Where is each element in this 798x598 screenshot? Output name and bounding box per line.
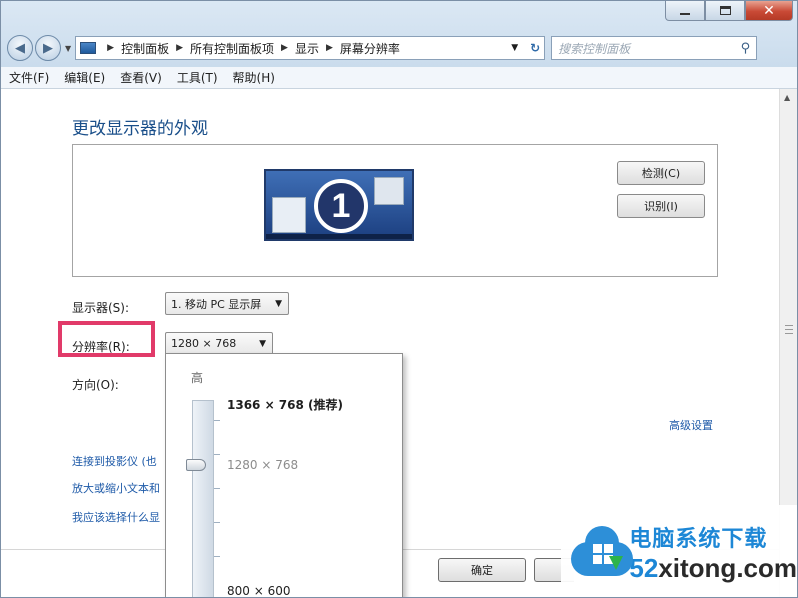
- menu-tools[interactable]: 工具(T): [177, 69, 218, 86]
- recent-pages-dropdown-icon[interactable]: ▼: [65, 44, 71, 53]
- advanced-settings-link[interactable]: 高级设置: [669, 417, 713, 433]
- breadcrumb-control-panel[interactable]: 控制面板: [121, 40, 169, 57]
- page-title: 更改显示器的外观: [72, 119, 208, 139]
- watermark-text: 电脑系统下载 52xitong.com: [629, 521, 797, 581]
- slider-tick: [214, 488, 220, 489]
- monitor-1-icon[interactable]: 1: [264, 169, 414, 241]
- watermark-logo: 电脑系统下载 52xitong.com: [561, 505, 797, 597]
- breadcrumb-separator-icon[interactable]: ▶: [176, 43, 183, 53]
- slider-tick: [214, 556, 220, 557]
- chevron-down-icon: ▼: [275, 298, 282, 309]
- maximize-button[interactable]: [705, 1, 745, 21]
- display-select[interactable]: 1. 移动 PC 显示屏 ▼: [165, 292, 289, 315]
- desktop-window-icon: [374, 177, 404, 205]
- resolution-option-current[interactable]: 1280 × 768: [227, 458, 298, 472]
- chevron-down-icon: ▼: [259, 338, 266, 349]
- search-input[interactable]: 搜索控制面板: [558, 40, 630, 57]
- slider-tick: [214, 522, 220, 523]
- resolution-option-low[interactable]: 800 × 600: [227, 584, 291, 597]
- address-bar[interactable]: ▶ 控制面板 ▶ 所有控制面板项 ▶ 显示 ▶ 屏幕分辨率 ▼ ↻: [75, 36, 546, 60]
- resolution-select[interactable]: 1280 × 768 ▼: [165, 332, 273, 355]
- watermark-en: 52xitong.com: [629, 555, 797, 581]
- slider-tick: [214, 454, 220, 455]
- maximize-icon: [719, 6, 731, 15]
- minimize-button[interactable]: [665, 1, 705, 21]
- projector-link[interactable]: 连接到投影仪 (也: [72, 453, 157, 469]
- which-settings-link[interactable]: 我应该选择什么显: [72, 509, 160, 525]
- navigation-row: ◀ ▶ ▼ ▶ 控制面板 ▶ 所有控制面板项 ▶ 显示 ▶ 屏幕分辨率 ▼ ↻ …: [7, 34, 791, 62]
- breadcrumb-separator-icon[interactable]: ▶: [281, 43, 288, 53]
- display-select-value: 1. 移动 PC 显示屏: [171, 297, 262, 311]
- resolution-option-recommended[interactable]: 1366 × 768 (推荐): [227, 396, 343, 413]
- resolution-slider-track[interactable]: [192, 400, 214, 597]
- download-arrow-icon: [609, 556, 623, 570]
- taskbar-strip: [266, 234, 412, 239]
- menu-file[interactable]: 文件(F): [9, 69, 49, 86]
- breadcrumb-separator-icon[interactable]: ▶: [107, 43, 114, 53]
- resolution-select-value: 1280 × 768: [171, 337, 237, 350]
- breadcrumb-separator-icon[interactable]: ▶: [326, 43, 333, 53]
- watermark-cn: 电脑系统下载: [629, 527, 768, 552]
- search-box[interactable]: 搜索控制面板 ⚲: [551, 36, 758, 60]
- caption-buttons: ✕: [665, 1, 793, 21]
- ok-button[interactable]: 确定: [438, 558, 526, 582]
- scroll-up-icon[interactable]: ▲: [784, 93, 790, 102]
- menu-help[interactable]: 帮助(H): [233, 69, 275, 86]
- resolution-dropdown: 高 1366 × 768 (推荐) 1280 × 768 800 × 600: [165, 353, 403, 597]
- scroll-grip-icon: [785, 325, 793, 334]
- monitor-number: 1: [314, 179, 368, 233]
- display-label: 显示器(S):: [72, 301, 130, 315]
- slider-tick: [214, 420, 220, 421]
- breadcrumb-resolution[interactable]: 屏幕分辨率: [340, 40, 400, 57]
- forward-button[interactable]: ▶: [35, 35, 61, 61]
- monitor-preview-panel: 1 检测(C) 识别(I): [72, 144, 718, 277]
- search-icon[interactable]: ⚲: [741, 41, 751, 56]
- identify-button[interactable]: 识别(I): [617, 194, 705, 218]
- detect-button[interactable]: 检测(C): [617, 161, 705, 185]
- menu-bar: 文件(F) 编辑(E) 查看(V) 工具(T) 帮助(H): [1, 67, 797, 89]
- back-button[interactable]: ◀: [7, 35, 33, 61]
- minimize-icon: [680, 12, 690, 15]
- back-arrow-icon: ◀: [15, 40, 25, 56]
- watermark-en-rest: xitong.com: [658, 553, 797, 583]
- address-dropdown-icon[interactable]: ▼: [511, 43, 518, 53]
- high-label: 高: [191, 371, 204, 385]
- close-button[interactable]: ✕: [745, 1, 793, 21]
- breadcrumb-all-items[interactable]: 所有控制面板项: [190, 40, 274, 57]
- text-size-link[interactable]: 放大或缩小文本和: [72, 480, 160, 496]
- forward-arrow-icon: ▶: [43, 40, 53, 56]
- orientation-label: 方向(O):: [72, 378, 119, 392]
- resolution-slider-thumb[interactable]: [186, 459, 206, 471]
- desktop-window-icon: [272, 197, 306, 233]
- menu-view[interactable]: 查看(V): [120, 69, 162, 86]
- control-panel-icon: [80, 42, 97, 54]
- refresh-icon[interactable]: ↻: [530, 41, 540, 55]
- watermark-en-prefix: 52: [629, 553, 659, 583]
- breadcrumb-display[interactable]: 显示: [295, 40, 319, 57]
- resolution-label: 分辨率(R):: [72, 340, 130, 354]
- cloud-logo-icon: [567, 522, 633, 580]
- control-panel-window: ✕ ◀ ▶ ▼ ▶ 控制面板 ▶ 所有控制面板项 ▶ 显示 ▶ 屏幕分辨率 ▼ …: [0, 0, 798, 598]
- menu-edit[interactable]: 编辑(E): [64, 69, 105, 86]
